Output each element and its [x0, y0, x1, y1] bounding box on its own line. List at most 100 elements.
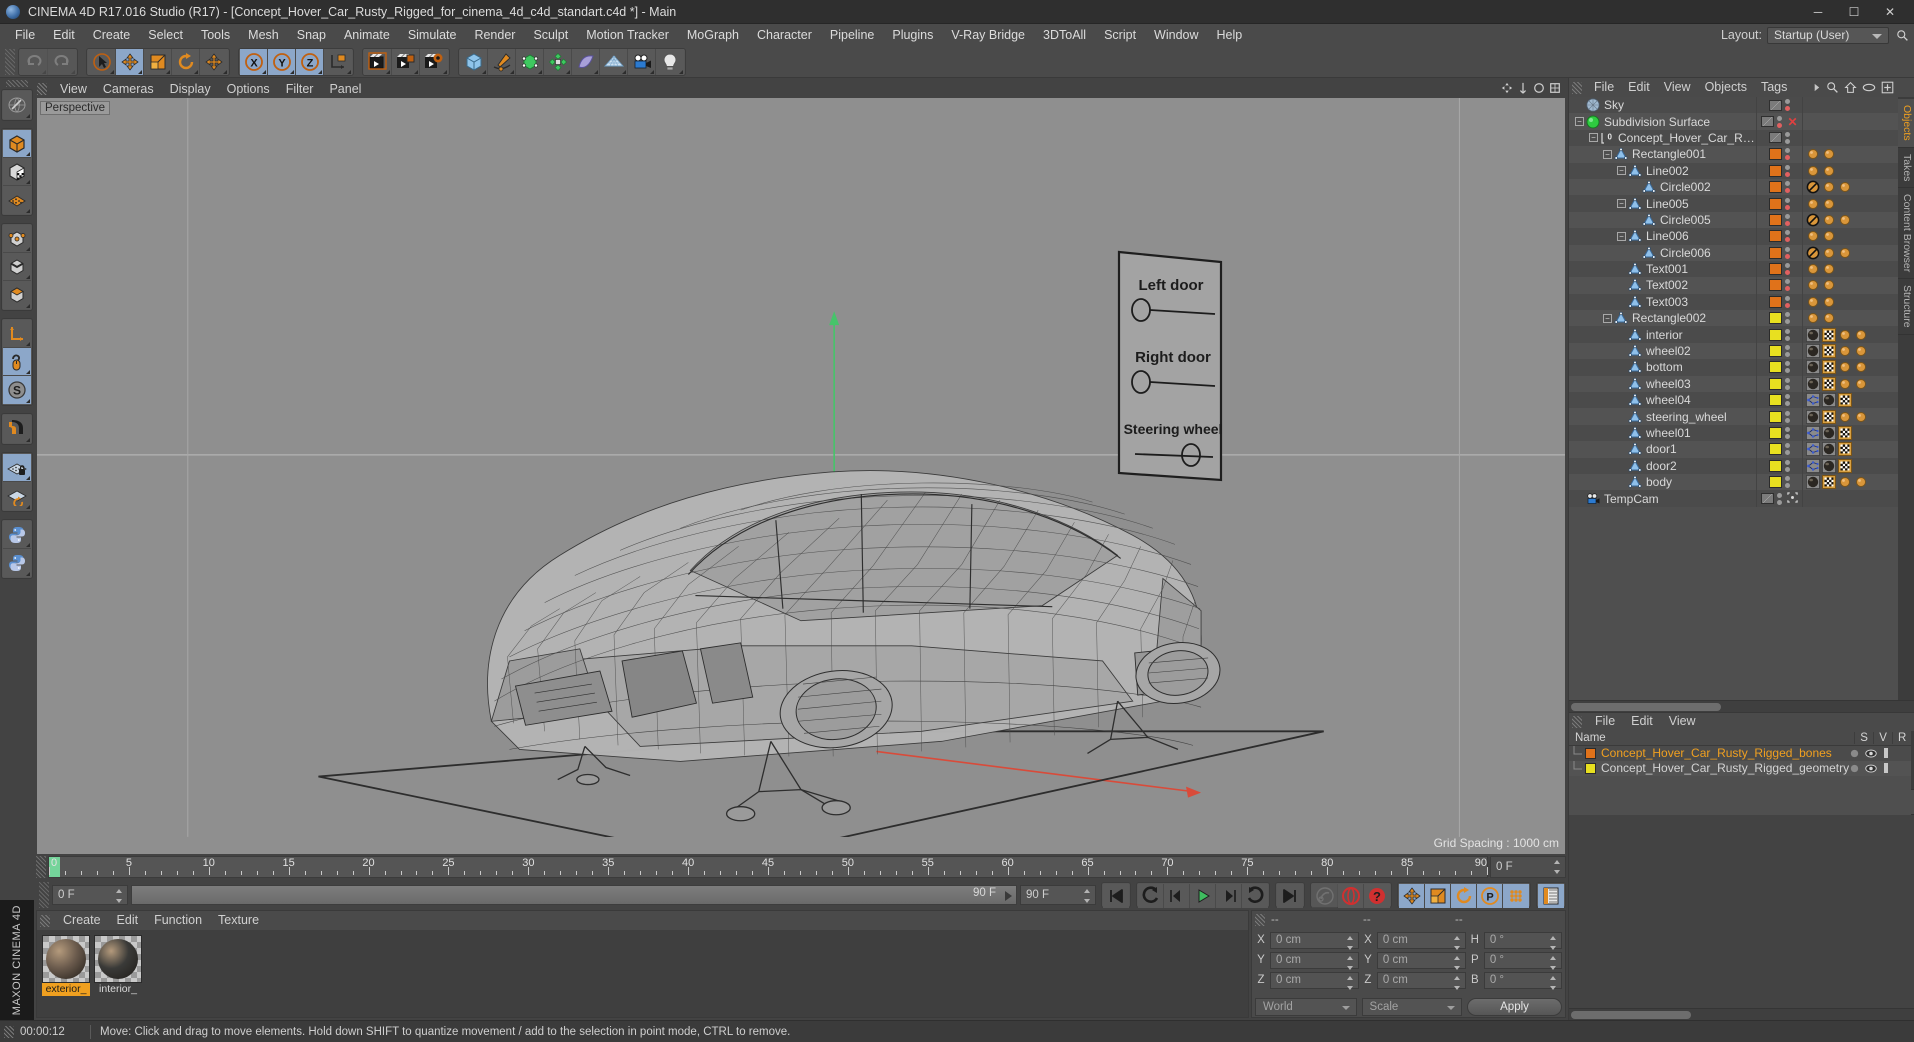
object-tree-row[interactable]: Circle006 — [1569, 244, 1898, 261]
layer-color-swatch[interactable] — [1769, 181, 1782, 194]
eye-icon[interactable] — [1864, 748, 1878, 759]
record-scale-button[interactable] — [1425, 884, 1451, 908]
expander-icon[interactable]: − — [1617, 199, 1626, 209]
object-visibility-cell[interactable] — [1756, 457, 1802, 474]
visibility-toggle[interactable] — [1761, 116, 1775, 128]
texture-tag-icon[interactable] — [1822, 475, 1836, 490]
object-visibility-cell[interactable] — [1756, 441, 1802, 458]
stepper[interactable] — [1453, 975, 1461, 990]
tag-icon[interactable] — [1822, 180, 1836, 194]
layer-color-swatch[interactable] — [1769, 377, 1782, 390]
tag-icon[interactable] — [1822, 262, 1836, 276]
material-menu-edit[interactable]: Edit — [109, 911, 147, 930]
layer-menu-edit[interactable]: Edit — [1623, 712, 1661, 731]
material-chip[interactable]: interior_ — [94, 935, 142, 996]
object-visibility-cell[interactable] — [1756, 228, 1802, 245]
layer-color-swatch[interactable] — [1769, 295, 1782, 308]
menu-render[interactable]: Render — [465, 24, 524, 46]
stepper[interactable] — [1550, 955, 1557, 970]
layer-color-swatch[interactable] — [1769, 246, 1782, 259]
visibility-dots[interactable] — [1785, 213, 1790, 226]
zoom-view-icon[interactable] — [1517, 82, 1529, 94]
layer-color-swatch[interactable] — [1769, 345, 1782, 358]
weight-tag-icon[interactable] — [1806, 426, 1820, 440]
menu-script[interactable]: Script — [1095, 24, 1145, 46]
object-label-cell[interactable]: Circle005 — [1569, 213, 1756, 227]
visibility-dots[interactable] — [1785, 459, 1790, 472]
object-tree-hscrollbar[interactable] — [1569, 699, 1914, 712]
workplane-rotate-button[interactable] — [3, 482, 31, 510]
object-tree-row[interactable]: − Line005 — [1569, 195, 1898, 212]
layer-hscrollbar[interactable] — [1569, 1008, 1914, 1020]
layer-menu-view[interactable]: View — [1661, 712, 1704, 731]
visibility-dots[interactable] — [1785, 410, 1790, 423]
toolbar-grip[interactable] — [5, 48, 15, 75]
layer-color-swatch[interactable] — [1769, 459, 1782, 472]
visibility-dots[interactable] — [1785, 263, 1790, 276]
texture-mode-button[interactable] — [3, 158, 31, 186]
left-toolbar-grip[interactable] — [6, 80, 28, 87]
material-tag-icon[interactable] — [1822, 393, 1836, 408]
object-tree-row[interactable]: interior — [1569, 326, 1898, 343]
coord-pos-input[interactable]: 0 cm — [1270, 971, 1359, 990]
search-icon[interactable] — [1894, 27, 1910, 43]
maximize-button[interactable]: ☐ — [1836, 0, 1872, 24]
visibility-dots[interactable] — [1777, 115, 1783, 128]
object-tree-row[interactable]: body — [1569, 473, 1898, 491]
object-tree-row[interactable]: wheel04 — [1569, 392, 1898, 409]
tag-icon[interactable] — [1854, 410, 1868, 424]
lock-x-button[interactable]: X — [240, 48, 268, 75]
tag-icon[interactable] — [1806, 278, 1820, 292]
menu-tools[interactable]: Tools — [192, 24, 239, 46]
menu-mograph[interactable]: MoGraph — [678, 24, 748, 46]
expander-icon[interactable]: − — [1603, 313, 1612, 323]
current-frame-field[interactable]: 0 F — [1490, 856, 1566, 878]
eye-icon[interactable] — [1862, 82, 1876, 93]
add-cube-button[interactable] — [460, 48, 488, 75]
texture-tag-icon[interactable] — [1822, 327, 1836, 342]
points-mode-button[interactable] — [3, 225, 31, 253]
tag-icon[interactable] — [1838, 360, 1852, 374]
object-tree-row[interactable]: bottom — [1569, 359, 1898, 376]
move-view-icon[interactable] — [1501, 82, 1513, 94]
preview-start-field[interactable]: 0 F — [52, 885, 128, 905]
world-object-coord-button[interactable] — [324, 48, 352, 75]
object-visibility-cell[interactable]: ✕ — [1756, 113, 1802, 130]
object-visibility-cell[interactable] — [1756, 244, 1802, 261]
disabled-tag-icon[interactable] — [1806, 213, 1820, 227]
object-visibility-cell[interactable] — [1756, 392, 1802, 409]
go-to-end-button[interactable] — [1277, 884, 1303, 908]
object-tags-cell[interactable] — [1802, 375, 1898, 393]
object-tree-row[interactable]: door2 — [1569, 457, 1898, 474]
lock-z-button[interactable]: Z — [296, 48, 324, 75]
coordinates-grip[interactable] — [1255, 914, 1265, 926]
layer-color-swatch[interactable] — [1769, 230, 1782, 243]
layer-color-swatch[interactable] — [1585, 762, 1596, 774]
keyframe-selection-button[interactable]: ? — [1364, 884, 1390, 908]
viewport-menu-grip[interactable] — [37, 83, 47, 95]
object-tree-row[interactable]: Circle005 — [1569, 211, 1898, 229]
layer-color-swatch[interactable] — [1769, 279, 1782, 292]
menu-mesh[interactable]: Mesh — [239, 24, 288, 46]
menu-edit[interactable]: Edit — [44, 24, 84, 46]
visibility-dots[interactable] — [1785, 345, 1790, 358]
timeline-grip[interactable] — [36, 856, 46, 878]
object-label-cell[interactable]: − Line005 — [1569, 197, 1756, 211]
object-tree-row[interactable]: steering_wheel — [1569, 408, 1898, 425]
tag-icon[interactable] — [1806, 311, 1820, 325]
visibility-dots[interactable] — [1785, 164, 1790, 177]
tag-icon[interactable] — [1822, 147, 1836, 161]
layer-color-swatch[interactable] — [1769, 312, 1782, 325]
object-label-cell[interactable]: steering_wheel — [1569, 410, 1756, 424]
record-pla-button[interactable]: P — [1477, 884, 1503, 908]
object-manager-grip[interactable] — [1572, 81, 1582, 94]
texture-tag-icon[interactable] — [1822, 344, 1836, 359]
next-key-button[interactable] — [1242, 884, 1268, 908]
model-mode-button[interactable] — [3, 130, 31, 158]
render-region-button[interactable] — [392, 48, 420, 75]
object-tags-cell[interactable] — [1802, 310, 1898, 327]
tag-icon[interactable] — [1806, 229, 1820, 243]
preview-start-stepper[interactable] — [116, 889, 123, 903]
tag-icon[interactable] — [1838, 213, 1852, 227]
object-label-cell[interactable]: wheel02 — [1569, 344, 1756, 358]
